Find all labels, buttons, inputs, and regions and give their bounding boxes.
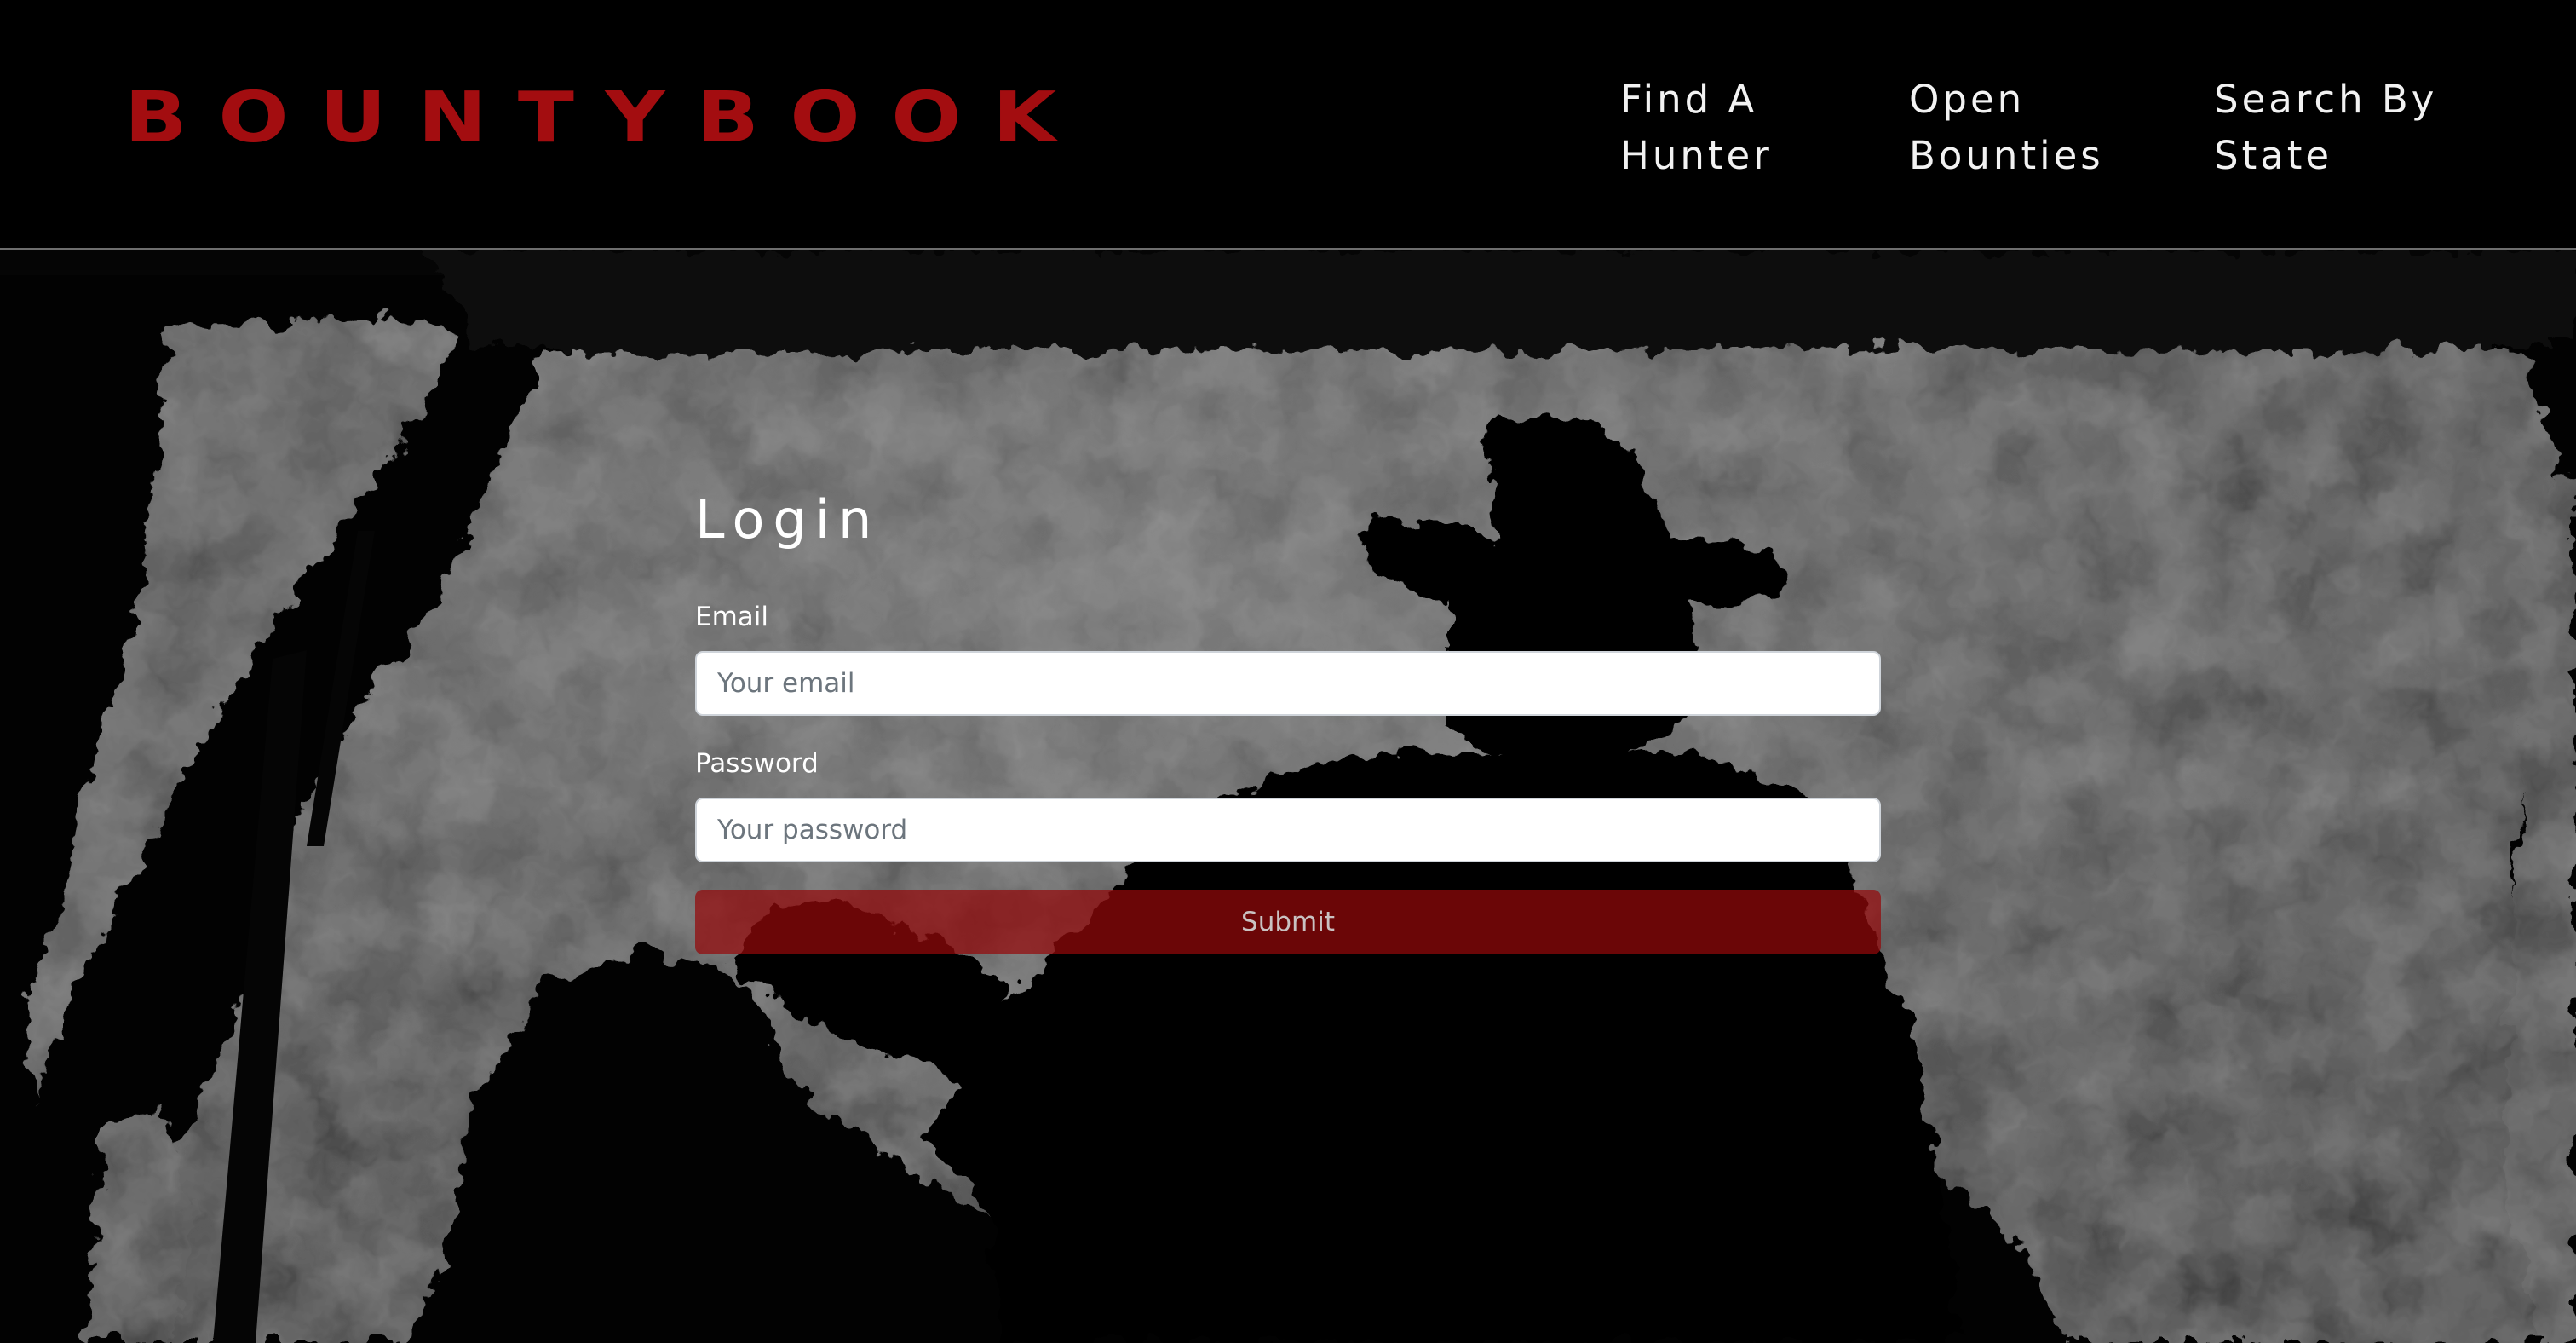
email-label: Email <box>695 602 769 632</box>
nav-link-find-a-hunter[interactable]: Find A Hunter <box>1620 72 1773 184</box>
brand-logo[interactable]: BOUNTYBOOK <box>124 84 1088 153</box>
nav-link-label: Open <box>1909 77 2026 122</box>
password-label: Password <box>695 748 819 779</box>
nav-link-label: Search By <box>2214 77 2438 122</box>
email-input[interactable] <box>695 651 1881 716</box>
hero-section <box>0 250 2576 1343</box>
nav-link-label: Bounties <box>1909 133 2104 178</box>
submit-button[interactable]: Submit <box>695 890 1881 954</box>
password-input[interactable] <box>695 798 1881 862</box>
nav-link-label: State <box>2214 133 2333 178</box>
nav-link-open-bounties[interactable]: Open Bounties <box>1909 72 2104 184</box>
cowboy-silhouette-image <box>0 250 2576 1343</box>
login-title: Login <box>695 488 881 550</box>
app-root: BOUNTYBOOK Find A Hunter Open Bounties S… <box>0 0 2576 1343</box>
nav-link-label: Hunter <box>1620 133 1773 178</box>
navbar: BOUNTYBOOK Find A Hunter Open Bounties S… <box>0 0 2576 250</box>
nav-link-search-by-state[interactable]: Search By State <box>2214 72 2437 184</box>
nav-link-label: Find A <box>1620 77 1758 122</box>
